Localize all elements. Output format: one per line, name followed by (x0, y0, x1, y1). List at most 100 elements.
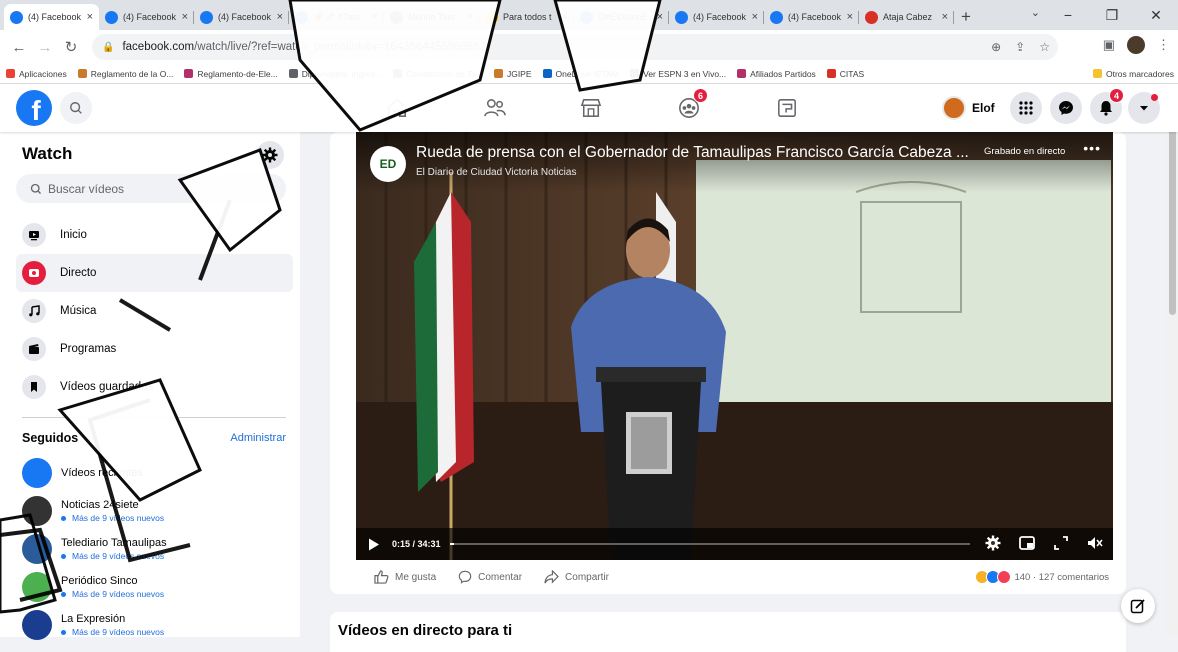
tab-title: Ataja Cabez (883, 12, 933, 22)
bookmarks-bar: Aplicaciones Reglamento de la O... Reglame… (0, 64, 1178, 84)
restore-button[interactable]: ❐ (1090, 0, 1134, 30)
nav-groups[interactable]: 6 (672, 88, 708, 124)
sidebar-item-vídeos-guardados[interactable]: Vídeos guardados (16, 368, 293, 406)
bookmark-item[interactable]: Diplomados: Ingres... (288, 69, 382, 79)
followed-page-item[interactable]: La Expresión Más de 9 vídeos nuevos (22, 606, 292, 644)
facebook-logo[interactable]: f (16, 90, 52, 126)
close-window-button[interactable]: ✕ (1134, 0, 1178, 30)
tab-close-icon[interactable]: × (277, 11, 283, 23)
search-button[interactable] (60, 92, 92, 124)
bookmark-item[interactable]: Reglamento-de-Ele... (184, 69, 278, 79)
zoom-icon[interactable]: ⊕ (991, 40, 1001, 54)
side-panel-icon[interactable]: ▣ (1103, 37, 1115, 53)
notifications-button[interactable]: 4 (1090, 88, 1124, 124)
user-profile-chip[interactable]: Elof (942, 93, 995, 123)
nav-home[interactable] (380, 92, 414, 124)
bookmark-item[interactable]: OneDrive IETAM (542, 69, 619, 79)
nav-marketplace[interactable] (574, 92, 608, 124)
share-button[interactable]: Compartir (544, 570, 609, 584)
facebook-header: f 6 Elof 4 (0, 84, 1178, 132)
browser-tab[interactable]: Mundo Tam × (384, 4, 479, 30)
reload-button[interactable]: ↻ (58, 34, 84, 60)
tab-close-icon[interactable]: × (372, 11, 378, 23)
browser-tab[interactable]: (4) Facebook × (99, 4, 194, 30)
browser-tab[interactable]: O#ElDiarioE × (574, 4, 669, 30)
play-icon[interactable] (368, 538, 380, 551)
followed-page-item[interactable]: Noticias 24siete Más de 9 vídeos nuevos (22, 492, 292, 530)
video-player[interactable]: ED Rueda de prensa con el Gobernador de … (356, 132, 1113, 560)
star-icon[interactable]: ☆ (1039, 40, 1050, 54)
url-bar[interactable]: 🔒 facebook.com/watch/live/?ref=watch_per… (92, 34, 1058, 60)
account-button[interactable] (1128, 92, 1160, 124)
forward-button[interactable]: → (32, 34, 58, 60)
mute-icon[interactable] (1087, 535, 1103, 551)
sidebar-item-música[interactable]: Música (16, 292, 293, 330)
like-button[interactable]: Me gusta (374, 570, 436, 584)
profile-avatar[interactable] (1127, 36, 1145, 54)
marketplace-icon (580, 99, 602, 117)
messenger-button[interactable] (1050, 92, 1082, 124)
nav-gaming[interactable] (770, 92, 804, 124)
bookmark-item[interactable]: Aplicaciones (6, 69, 67, 79)
video-title[interactable]: Rueda de prensa con el Gobernador de Tam… (416, 144, 969, 162)
sidebar-item-inicio[interactable]: Inicio (16, 216, 293, 254)
tab-close-icon[interactable]: × (847, 11, 853, 23)
bookmark-item[interactable]: Ver ESPN 3 en Vivo... (630, 69, 726, 79)
share-page-icon[interactable]: ⇪ (1015, 40, 1025, 54)
tab-close-icon[interactable]: × (182, 11, 188, 23)
bookmark-favicon-icon (77, 69, 87, 78)
video-controls: 0:15 / 34:31 (356, 528, 1113, 560)
progress-bar[interactable] (450, 543, 970, 545)
menu-button[interactable] (1010, 92, 1042, 124)
bookmark-item[interactable]: Reglamento de la O... (77, 69, 173, 79)
channel-name[interactable]: El Diario de Ciudad Victoria Noticias (416, 167, 576, 178)
browser-tab[interactable]: (4) Facebook × (194, 4, 289, 30)
search-icon (30, 183, 41, 194)
minimize-button[interactable]: − (1046, 0, 1090, 30)
bookmark-item[interactable]: Constitución de Ta... (393, 69, 483, 79)
browser-tab[interactable]: Para todos t × (479, 4, 574, 30)
followed-page-item[interactable]: Telediario Tamaulipas Más de 9 vídeos nue… (22, 530, 292, 568)
followed-page-item[interactable]: Periódico Sinco Más de 9 vídeos nuevos (22, 568, 292, 606)
comment-button[interactable]: Comentar (458, 570, 522, 584)
settings-gear-icon[interactable] (985, 535, 1001, 551)
bookmark-item[interactable]: CITAS (826, 69, 864, 79)
page-scrollbar[interactable] (1166, 84, 1178, 637)
channel-logo[interactable]: ED (370, 146, 406, 182)
page-name: Vídeos recientes (61, 467, 143, 479)
sidebar-item-directo[interactable]: Directo (16, 254, 293, 292)
picture-in-picture-icon[interactable] (1019, 535, 1035, 551)
tab-close-icon[interactable]: × (562, 11, 568, 23)
tab-close-icon[interactable]: × (942, 11, 948, 23)
browser-tab[interactable]: (4) Facebook × (669, 4, 764, 30)
browser-tab[interactable]: 📌🥕 #Tam × (289, 4, 384, 30)
followed-page-item[interactable]: Vídeos recientes (22, 454, 292, 492)
notifications-badge: 4 (1109, 88, 1124, 103)
tab-close-icon[interactable]: × (752, 11, 758, 23)
new-tab-button[interactable]: + (954, 4, 978, 30)
more-options-icon[interactable]: ••• (1083, 140, 1101, 156)
bookmark-favicon-icon (288, 69, 298, 78)
bookmark-item[interactable]: Afiliados Partidos (737, 69, 816, 79)
settings-button[interactable] (256, 141, 284, 169)
nav-friends[interactable] (478, 92, 512, 124)
fullscreen-icon[interactable] (1053, 535, 1069, 551)
back-button[interactable]: ← (6, 34, 32, 60)
manage-link[interactable]: Administrar (230, 432, 286, 444)
tab-search-chevron-icon[interactable]: ⌄ (1031, 6, 1040, 19)
browser-tab[interactable]: Ataja Cabez × (859, 4, 954, 30)
messenger-icon (1059, 101, 1073, 115)
menu-dots-icon[interactable]: ⋮ (1157, 37, 1170, 53)
tab-close-icon[interactable]: × (87, 11, 93, 23)
tab-close-icon[interactable]: × (467, 11, 473, 23)
browser-tab[interactable]: (4) Facebook × (764, 4, 859, 30)
sidebar-item-programas[interactable]: Programas (16, 330, 293, 368)
new-message-button[interactable] (1121, 589, 1155, 623)
bookmark-item[interactable]: JGIPE (493, 69, 532, 79)
sidebar-item-label: Directo (60, 267, 97, 279)
reaction-summary[interactable]: 140 · 127 comentarios (975, 570, 1109, 584)
video-search-input[interactable]: Buscar vídeos (16, 174, 286, 203)
tab-close-icon[interactable]: × (657, 11, 663, 23)
other-bookmarks[interactable]: Otros marcadores (1092, 69, 1174, 79)
browser-tab[interactable]: (4) Facebook × (4, 4, 99, 30)
